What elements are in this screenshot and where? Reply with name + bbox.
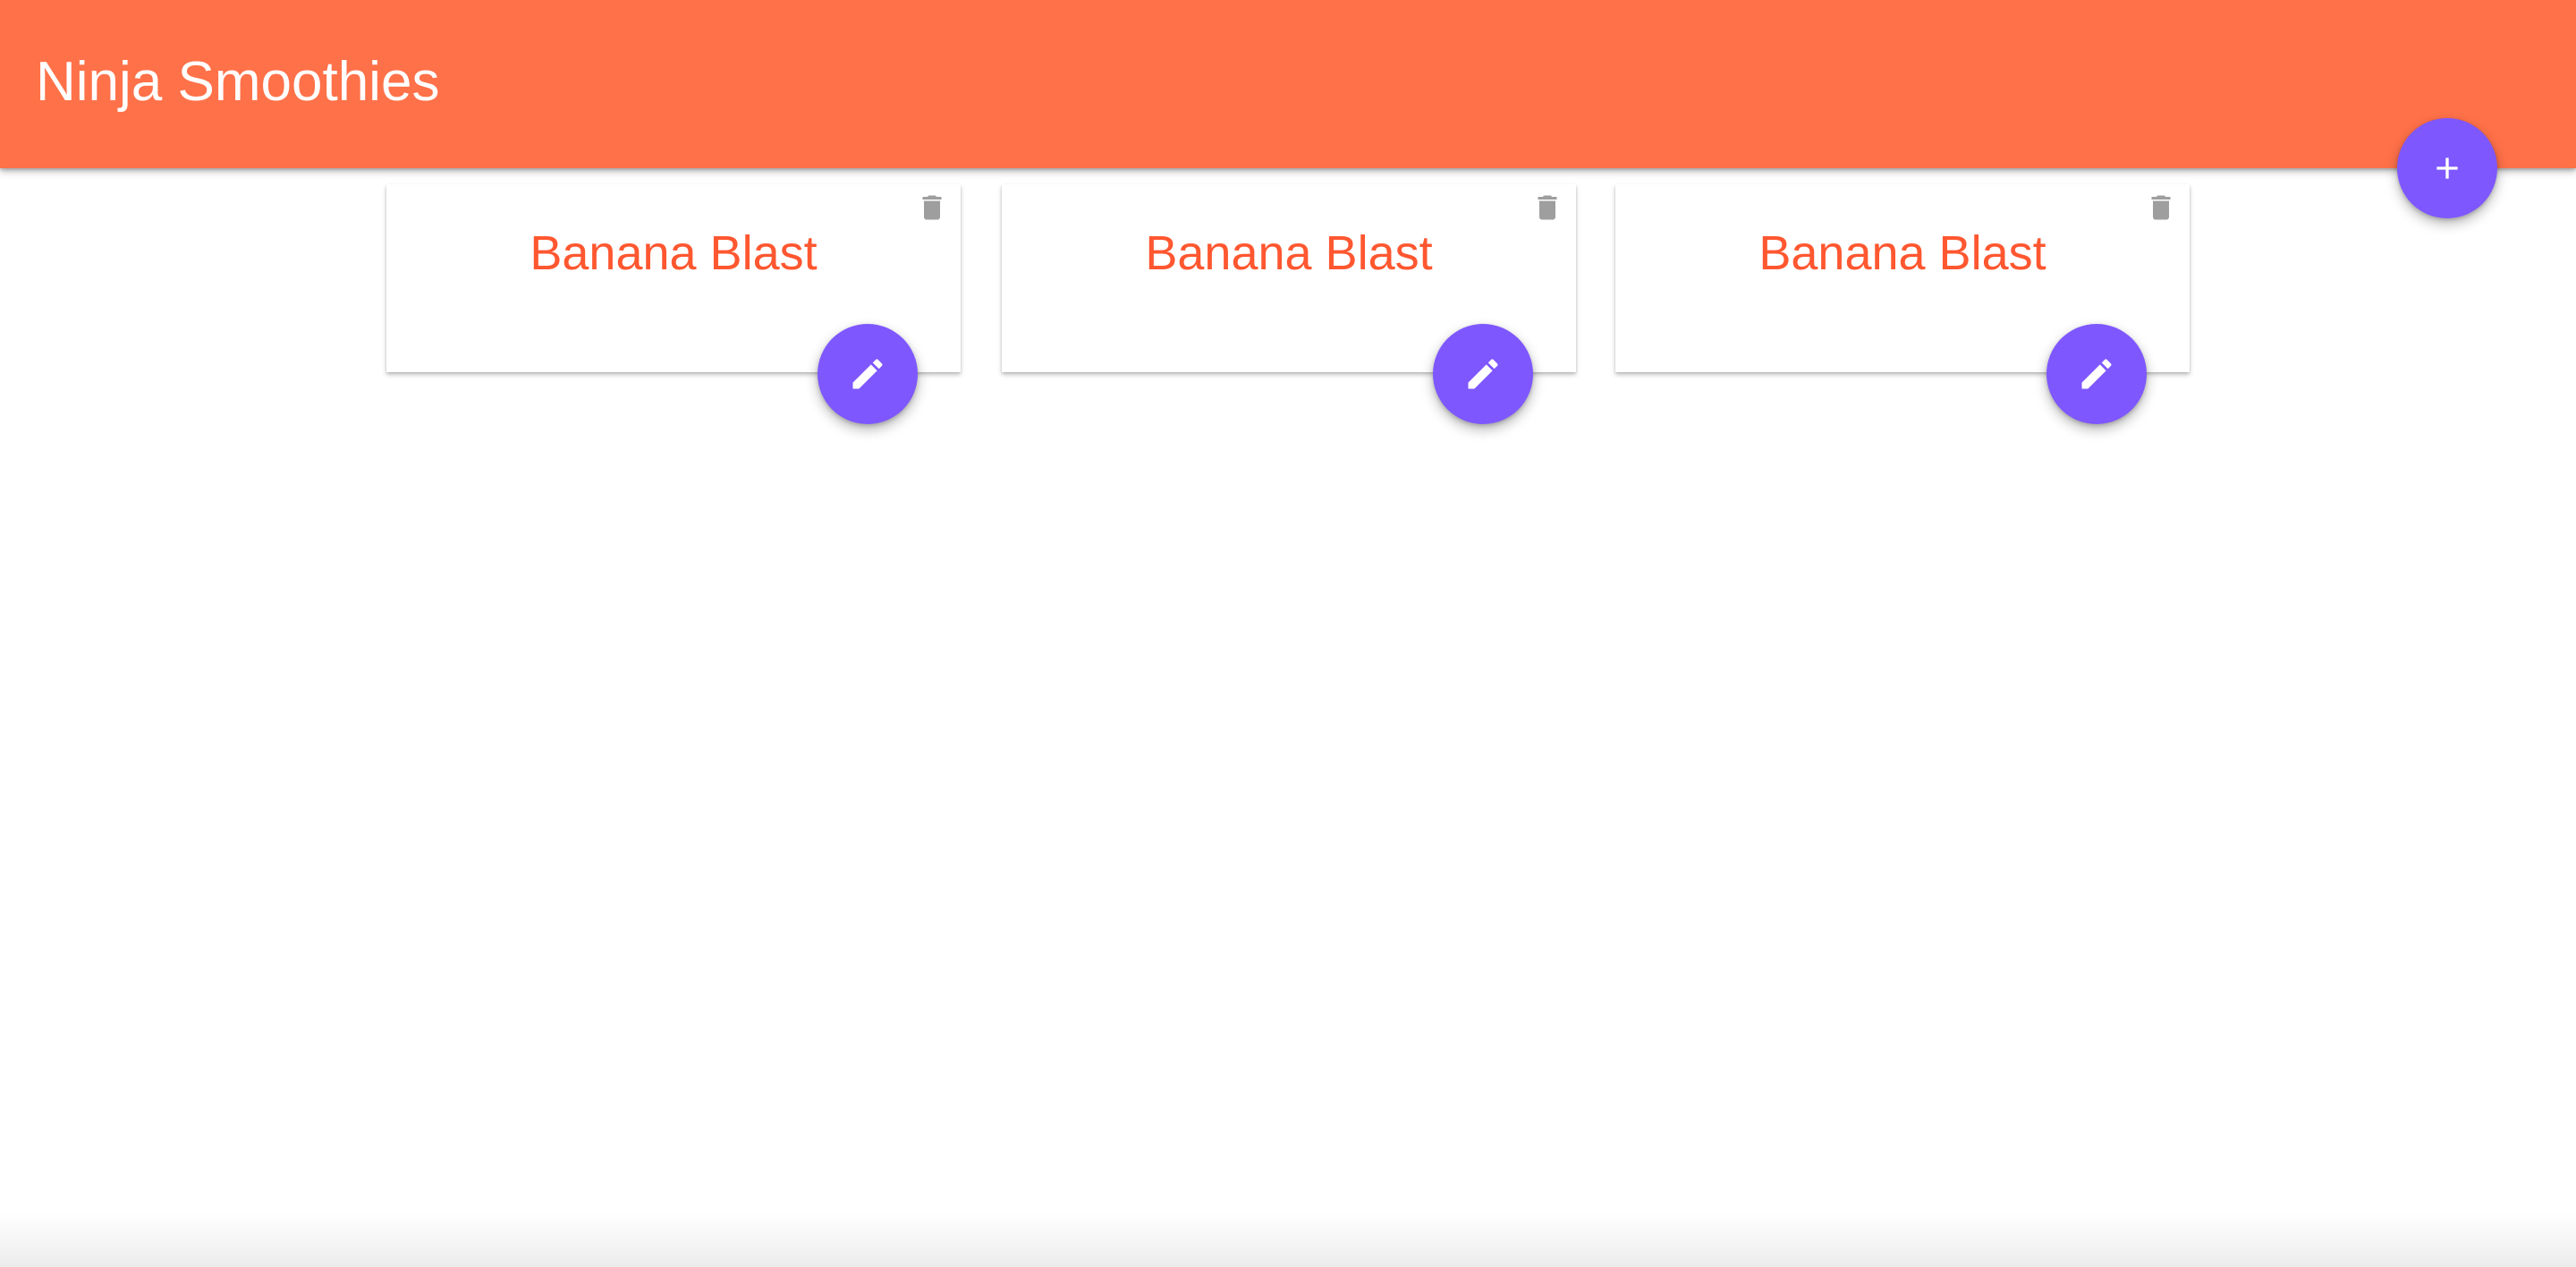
- smoothie-title: Banana Blast: [1145, 226, 1433, 280]
- pencil-icon: [1468, 359, 1498, 389]
- smoothie-title: Banana Blast: [1758, 226, 2046, 280]
- top-navbar: Ninja Smoothies: [0, 0, 2576, 168]
- trash-icon[interactable]: [1531, 191, 1563, 224]
- edit-smoothie-button[interactable]: [1433, 324, 1533, 424]
- smoothie-title: Banana Blast: [530, 226, 818, 280]
- pencil-icon: [2081, 359, 2112, 389]
- bottom-shadow-fade: [0, 1213, 2576, 1267]
- trash-icon[interactable]: [2145, 191, 2177, 224]
- plus-icon: [2436, 157, 2458, 179]
- pencil-icon: [852, 359, 883, 389]
- edit-smoothie-button[interactable]: [2046, 324, 2147, 424]
- add-smoothie-button[interactable]: [2397, 118, 2497, 218]
- edit-smoothie-button[interactable]: [818, 324, 918, 424]
- brand-logo-link[interactable]: Ninja Smoothies: [36, 47, 439, 118]
- trash-icon[interactable]: [916, 191, 948, 224]
